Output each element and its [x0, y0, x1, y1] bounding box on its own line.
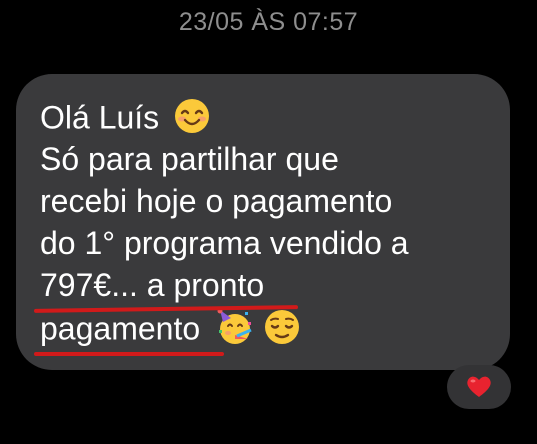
- message-line-5: 797€... a pronto: [40, 267, 265, 303]
- message-timestamp: 23/05 ÀS 07:57: [178, 8, 359, 36]
- heart-icon: [466, 375, 492, 399]
- message-line-1-text: Olá Luís: [40, 99, 160, 136]
- message-line-2: Só para partilhar que: [40, 141, 339, 177]
- reaction-badge[interactable]: [447, 365, 511, 409]
- message-line-6: pagamento: [40, 308, 300, 354]
- message-line-6-text: pagamento: [40, 310, 201, 347]
- highlight-underline-2: [34, 352, 224, 356]
- party-face-icon: [215, 308, 253, 354]
- smiling-face-icon: [174, 98, 210, 142]
- relieved-face-icon: [264, 309, 300, 353]
- message-line-3: recebi hoje o pagamento: [40, 183, 393, 219]
- message-bubble[interactable]: Olá Luís Só para partilhar que recebi ho…: [16, 74, 510, 370]
- chat-screen: 23/05 ÀS 07:57 Olá Luís Só para partilha…: [0, 0, 537, 444]
- message-line-4: do 1° programa vendido a: [40, 225, 409, 261]
- message-line-1: Olá Luís: [40, 98, 210, 142]
